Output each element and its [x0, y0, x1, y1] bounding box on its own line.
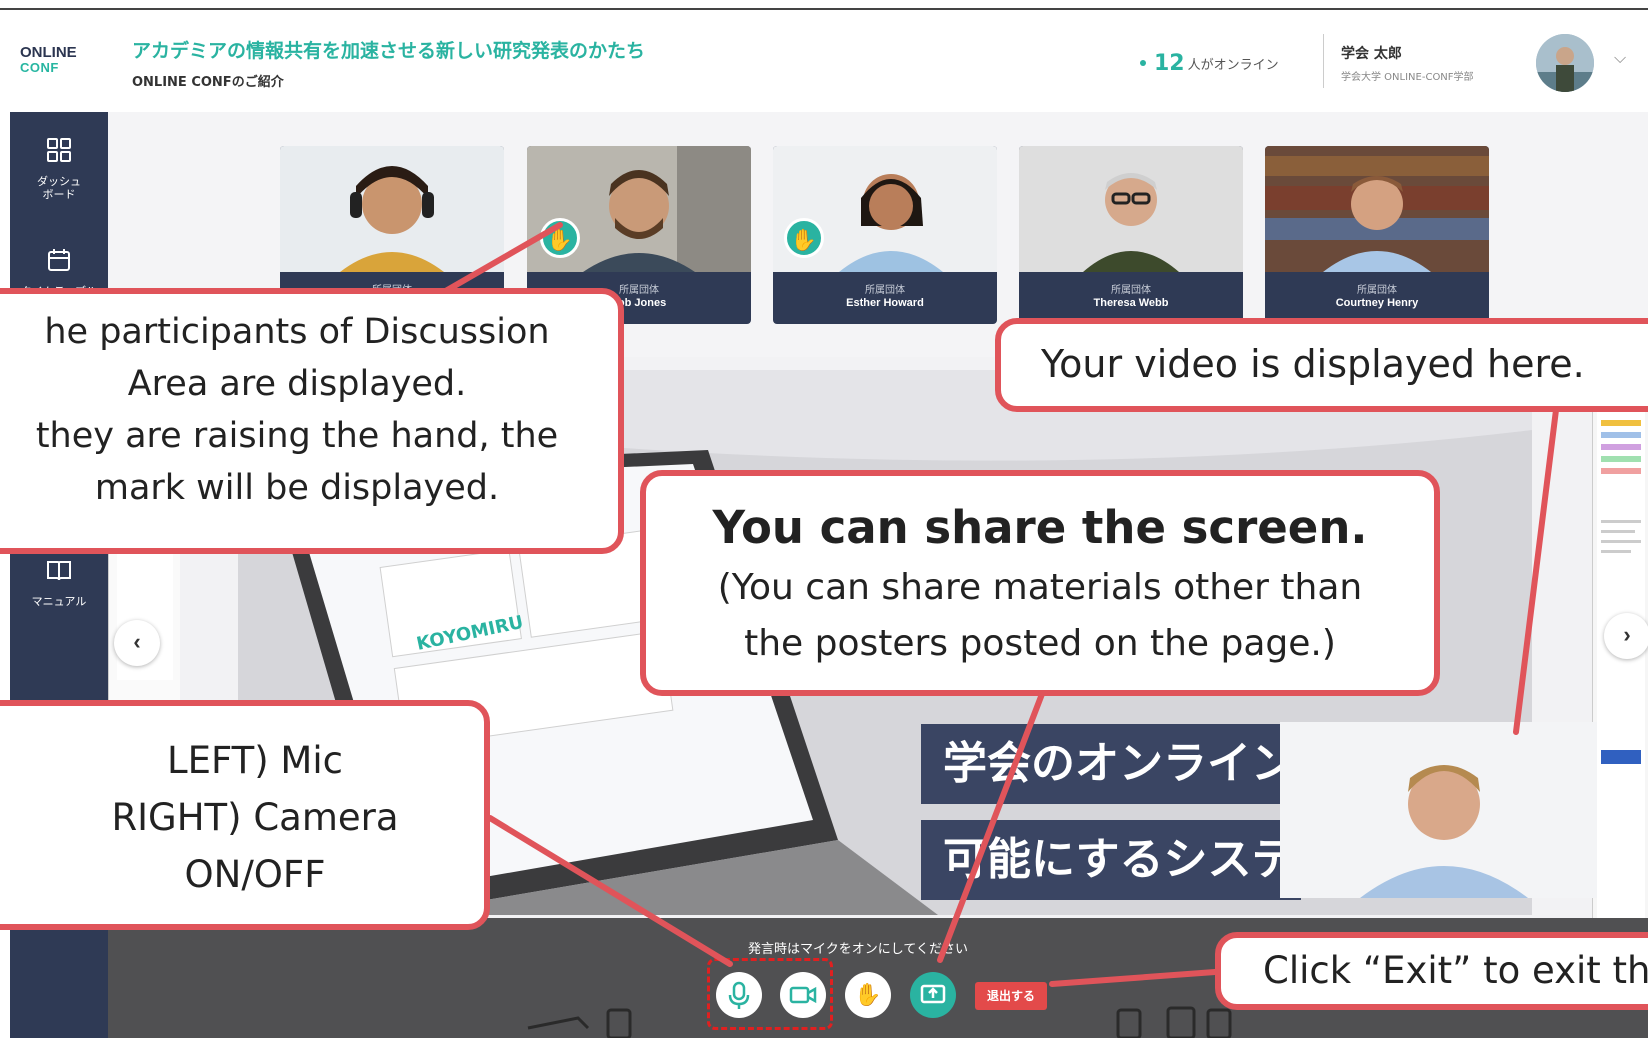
- callout-line: he participants of Discussion: [44, 312, 550, 352]
- callout-line: they are raising the hand, the: [35, 416, 559, 456]
- callout-line: (You can share materials other than: [717, 567, 1363, 608]
- callout-line: the posters posted on the page.): [744, 623, 1336, 664]
- callout-exit: Click “Exit” to exit the: [1215, 932, 1648, 1010]
- callout-share-title: You can share the screen.: [712, 501, 1368, 554]
- callout-line: RIGHT) Camera: [111, 796, 399, 839]
- callout-line: mark will be displayed.: [94, 468, 500, 508]
- callout-line: Area are displayed.: [127, 364, 467, 404]
- callout-video: Your video is displayed here.: [995, 318, 1648, 412]
- callout-mic-camera: LEFT) Mic RIGHT) Camera ON/OFF: [0, 700, 490, 930]
- callout-line: ON/OFF: [184, 853, 326, 896]
- callout-share-screen: You can share the screen. (You can share…: [640, 470, 1440, 696]
- callout-participants: he participants of Discussion Area are d…: [0, 288, 624, 554]
- callout-line: LEFT) Mic: [167, 739, 343, 782]
